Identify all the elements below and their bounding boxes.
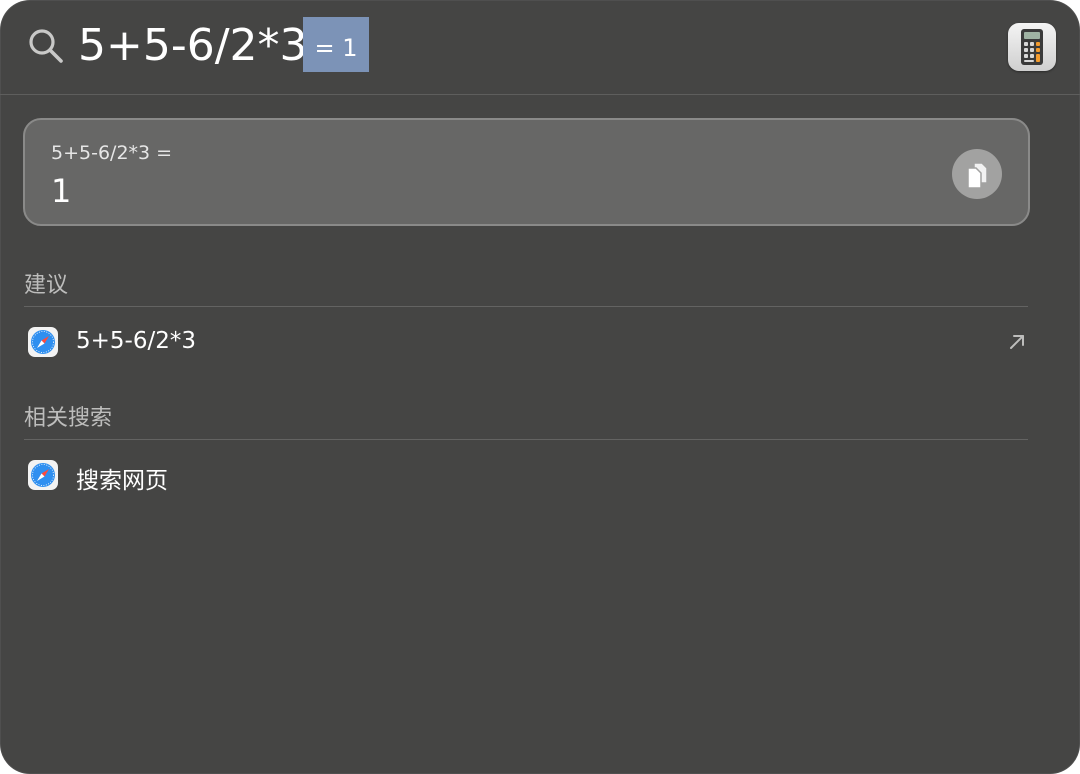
section-divider: [24, 306, 1028, 307]
result-expression: 5+5-6/2*3 =: [51, 142, 173, 164]
safari-icon: [28, 327, 58, 357]
spotlight-window: 5+5-6/2*3 = 1 5+5-6/2*3 = 1 建议 5+5-6/2*3…: [0, 0, 1080, 774]
section-divider: [24, 439, 1028, 440]
calculator-icon[interactable]: [1008, 23, 1056, 71]
search-icon: [29, 29, 63, 63]
related-search-label: 搜索网页: [76, 468, 168, 494]
safari-icon: [28, 460, 58, 490]
related-search-item[interactable]: 搜索网页: [24, 452, 1028, 498]
search-bar[interactable]: 5+5-6/2*3 = 1: [0, 0, 1080, 94]
search-divider: [0, 94, 1080, 95]
calculator-result-card[interactable]: 5+5-6/2*3 = 1: [23, 118, 1030, 226]
open-external-arrow-icon[interactable]: [1008, 333, 1026, 351]
result-value: 1: [51, 172, 72, 210]
copy-button[interactable]: [952, 149, 1002, 199]
suggestion-item[interactable]: 5+5-6/2*3: [24, 319, 1028, 365]
suggestion-label: 5+5-6/2*3: [76, 328, 196, 354]
copy-icon: [967, 162, 988, 189]
search-input[interactable]: 5+5-6/2*3: [78, 16, 308, 76]
section-title-suggestions: 建议: [24, 273, 69, 298]
inline-calculation-result: = 1: [303, 17, 369, 72]
section-title-related-searches: 相关搜索: [24, 406, 113, 431]
